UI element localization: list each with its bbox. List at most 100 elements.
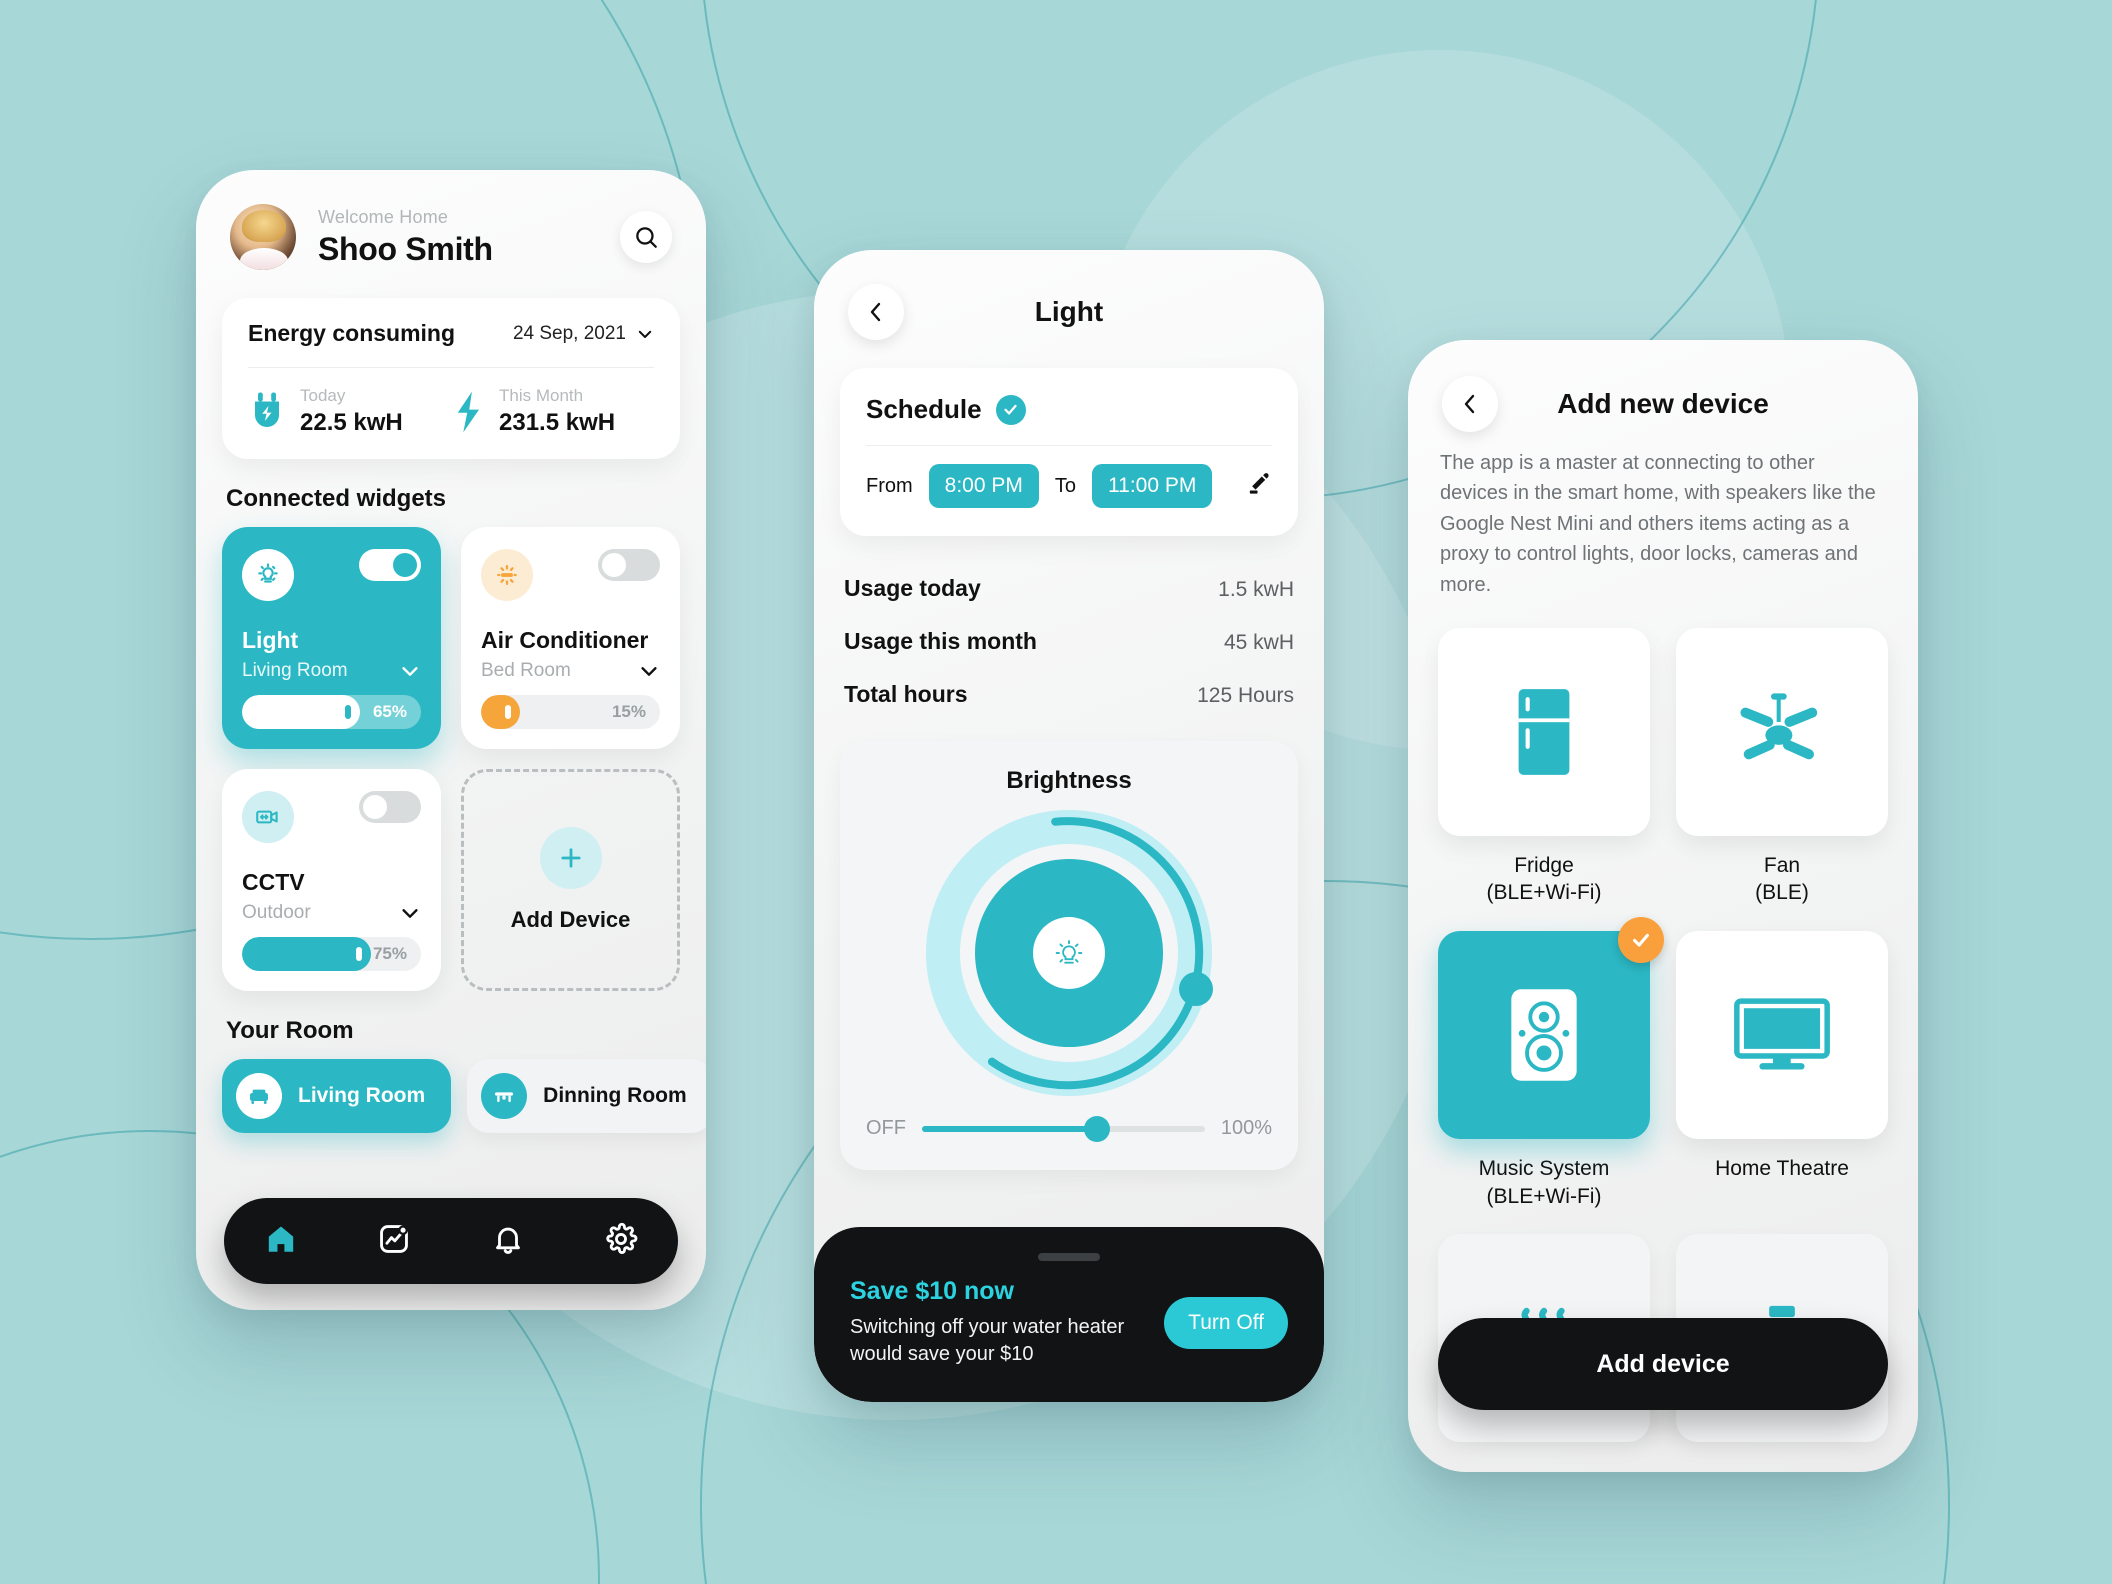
from-time-pill[interactable]: 8:00 PM bbox=[928, 464, 1039, 508]
widgets-grid: Light Living Room 65% Air Conditioner Be… bbox=[222, 527, 680, 991]
schedule-card: Schedule From 8:00 PM To 11:00 PM bbox=[840, 368, 1298, 536]
stat-label: This Month bbox=[499, 386, 584, 405]
nav-item-home[interactable] bbox=[264, 1222, 298, 1261]
widget-toggle-light[interactable] bbox=[359, 549, 421, 581]
energy-header: Energy consuming 24 Sep, 2021 bbox=[248, 320, 654, 347]
add-device-description: The app is a master at connecting to oth… bbox=[1440, 452, 1876, 596]
schedule-enabled-badge[interactable] bbox=[995, 394, 1026, 425]
brightness-slider[interactable] bbox=[922, 1115, 1205, 1142]
gear-icon bbox=[606, 1222, 638, 1254]
widget-card-cctv[interactable]: CCTV Outdoor 75% bbox=[222, 769, 441, 991]
device-sub: (BLE+Wi-Fi) bbox=[1486, 881, 1602, 905]
bottom-navigation bbox=[224, 1198, 678, 1284]
slider-grip bbox=[345, 705, 352, 719]
widget-slider-air-conditioner[interactable]: 15% bbox=[481, 695, 660, 729]
bell-icon bbox=[495, 1227, 520, 1254]
widget-room-row[interactable]: Living Room bbox=[242, 660, 421, 682]
slider-fill bbox=[242, 695, 361, 729]
check-circle-icon bbox=[1004, 404, 1017, 415]
brightness-dial[interactable] bbox=[866, 803, 1272, 1103]
to-time-pill[interactable]: 11:00 PM bbox=[1092, 464, 1213, 508]
device-tile[interactable] bbox=[1676, 627, 1888, 836]
room-label: Living Room bbox=[298, 1084, 426, 1107]
device-name: Fridge bbox=[1514, 853, 1574, 877]
stat-value: 22.5 kwH bbox=[300, 409, 403, 436]
greeting-block: Welcome Home Shoo Smith bbox=[318, 207, 493, 268]
widget-slider-light[interactable]: 65% bbox=[242, 695, 421, 729]
search-icon bbox=[636, 227, 657, 248]
toggle-knob bbox=[393, 553, 417, 577]
widget-card-air-conditioner[interactable]: Air Conditioner Bed Room 15% bbox=[461, 527, 680, 749]
room-chip-living-room[interactable]: Living Room bbox=[222, 1059, 452, 1133]
energy-stats: Today 22.5 kwH This Month 231.5 kwH bbox=[248, 386, 654, 437]
brightness-slider-knob[interactable] bbox=[1084, 1115, 1111, 1142]
widget-card-light[interactable]: Light Living Room 65% bbox=[222, 527, 441, 749]
widget-room-row[interactable]: Outdoor bbox=[242, 902, 421, 924]
widget-room: Outdoor bbox=[242, 902, 311, 923]
slider-grip bbox=[355, 947, 362, 961]
tv-icon bbox=[1734, 998, 1830, 1070]
device-tile[interactable] bbox=[1438, 917, 1664, 1139]
widget-icon-wrap bbox=[481, 549, 533, 601]
nav-item-stats[interactable] bbox=[377, 1222, 411, 1261]
plug-icon bbox=[255, 392, 279, 427]
table-icon bbox=[495, 1092, 514, 1102]
sheet-grabber[interactable] bbox=[1038, 1253, 1100, 1261]
toggle-knob bbox=[602, 553, 626, 577]
promo-sheet: Save $10 now Switching off your water he… bbox=[814, 1227, 1324, 1402]
phone-add-device-screen: Add new device The app is a master at co… bbox=[1408, 340, 1918, 1472]
device-cell-home-theatre[interactable]: Home Theatre bbox=[1676, 931, 1888, 1210]
energy-title: Energy consuming bbox=[248, 320, 456, 346]
widget-name: Light bbox=[242, 627, 299, 653]
add-device-cta-button[interactable]: Add device bbox=[1438, 1318, 1888, 1410]
from-label: From bbox=[866, 474, 913, 497]
usage-label: Usage this month bbox=[844, 628, 1037, 654]
chevron-down-icon bbox=[641, 667, 657, 676]
turn-off-button[interactable]: Turn Off bbox=[1164, 1296, 1288, 1349]
device-tile[interactable] bbox=[1676, 931, 1888, 1139]
chevron-down-icon bbox=[402, 909, 418, 918]
divider bbox=[866, 445, 1272, 446]
energy-card: Energy consuming 24 Sep, 2021 Today 22.5… bbox=[222, 298, 680, 459]
promo-content: Save $10 now Switching off your water he… bbox=[850, 1277, 1288, 1368]
stat-value: 231.5 kwH bbox=[499, 409, 616, 436]
ceiling-fan-icon bbox=[1740, 693, 1818, 760]
speaker-icon bbox=[1511, 989, 1577, 1081]
device-name: Fan bbox=[1763, 853, 1801, 877]
device-tile[interactable] bbox=[1438, 627, 1650, 836]
widget-toggle-air-conditioner[interactable] bbox=[598, 549, 660, 581]
phone-home-screen: Welcome Home Shoo Smith Energy consuming… bbox=[196, 170, 706, 1310]
widget-slider-cctv[interactable]: 75% bbox=[242, 937, 421, 971]
device-name: Home Theatre bbox=[1715, 1156, 1849, 1180]
device-cell-fridge[interactable]: Fridge (BLE+Wi-Fi) bbox=[1438, 627, 1650, 907]
edit-schedule-button[interactable] bbox=[1244, 470, 1272, 503]
energy-stat-today: Today 22.5 kwH bbox=[248, 386, 451, 437]
rooms-scroller[interactable]: Living Room Dinning Room bbox=[222, 1059, 706, 1133]
widget-icon-wrap bbox=[242, 791, 294, 843]
chevron-left-icon bbox=[1464, 394, 1475, 414]
light-header: Light bbox=[814, 250, 1324, 340]
device-cell-fan[interactable]: Fan (BLE) bbox=[1676, 627, 1888, 907]
widget-room-row[interactable]: Bed Room bbox=[481, 660, 660, 682]
schedule-title: Schedule bbox=[866, 394, 982, 424]
stat-label: Today bbox=[300, 386, 346, 405]
room-icon-wrap bbox=[236, 1073, 282, 1119]
brightness-card: Brightness OFF 100% bbox=[840, 741, 1298, 1170]
add-device-card[interactable]: Add Device bbox=[461, 769, 680, 991]
room-chip-dinning-room[interactable]: Dinning Room bbox=[467, 1059, 706, 1133]
add-device-label: Add Device bbox=[510, 907, 631, 932]
chevron-down-icon bbox=[638, 330, 652, 338]
energy-date-selector[interactable]: 24 Sep, 2021 bbox=[513, 323, 654, 345]
avatar[interactable] bbox=[230, 204, 296, 270]
promo-text-block: Save $10 now Switching off your water he… bbox=[850, 1277, 1164, 1368]
search-button[interactable] bbox=[620, 211, 672, 263]
nav-item-settings[interactable] bbox=[604, 1222, 638, 1261]
back-button[interactable] bbox=[848, 284, 904, 340]
home-header: Welcome Home Shoo Smith bbox=[196, 170, 706, 278]
device-sub: (BLE+Wi-Fi) bbox=[1486, 1184, 1602, 1208]
back-button[interactable] bbox=[1442, 376, 1498, 432]
widget-icon-wrap bbox=[242, 549, 294, 601]
nav-item-notifications[interactable] bbox=[491, 1222, 525, 1261]
device-cell-music-system[interactable]: Music System (BLE+Wi-Fi) bbox=[1438, 917, 1664, 1210]
widget-toggle-cctv[interactable] bbox=[359, 791, 421, 823]
